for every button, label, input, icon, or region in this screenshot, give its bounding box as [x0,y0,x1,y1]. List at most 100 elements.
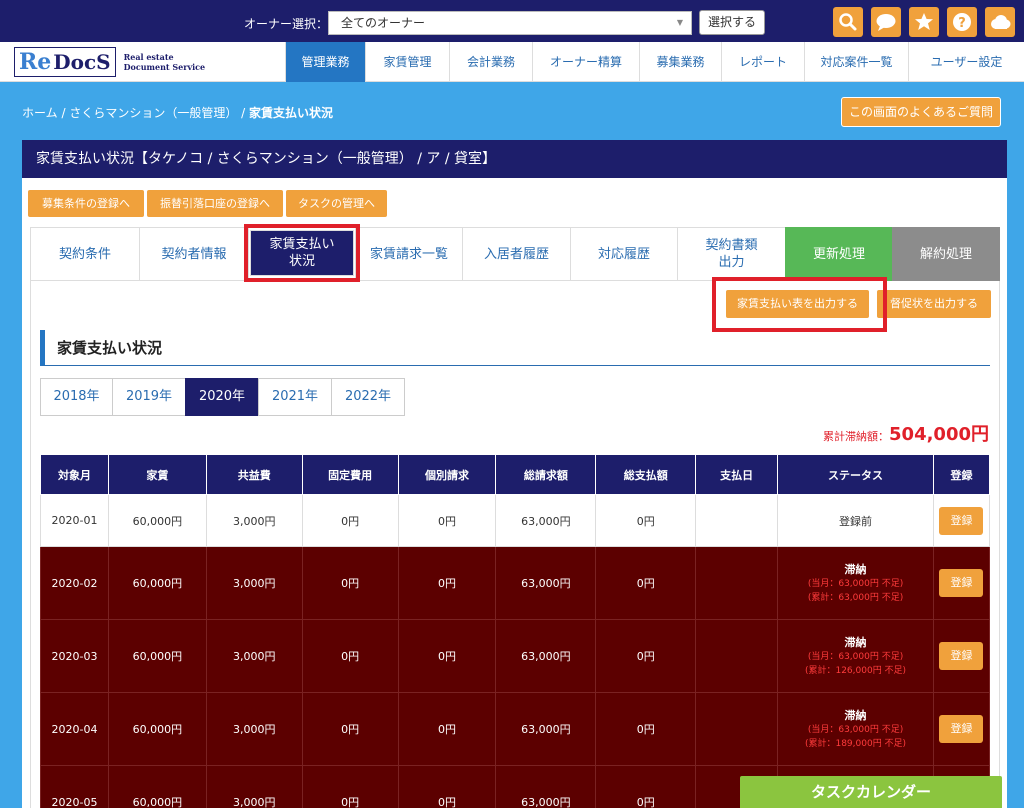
cell-total-billed: 63,000円 [495,692,597,766]
register-button[interactable]: 登録 [939,715,984,743]
col-register: 登録 [932,454,991,495]
year-tab-2022[interactable]: 2022年 [331,378,405,416]
breadcrumb-property[interactable]: さくらマンション（一般管理） [69,106,237,120]
logo-docs: DocS [53,50,111,74]
status-text: 滞納 [844,563,867,576]
output-reminder-button[interactable]: 督促状を出力する [877,290,991,318]
chat-icon[interactable] [871,7,901,37]
help-icon[interactable]: ? [947,7,977,37]
cell-individual: 0円 [397,546,497,620]
cell-individual: 0円 [397,494,497,547]
logo-sub1: Real estate [123,52,174,62]
tab-billing-list[interactable]: 家賃請求一覧 [355,227,463,281]
cell-rent: 60,000円 [107,546,207,620]
table-header-row: 対象月 家賃 共益費 固定費用 個別請求 総請求額 総支払額 支払日 ステータス… [40,454,991,495]
cell-fixed-cost: 0円 [301,494,399,547]
tab-renewal[interactable]: 更新処理 [785,227,893,281]
select-owner-button[interactable]: 選択する [699,10,765,35]
cell-status: 滞納 (当月：63,000円 不足) (累計：126,000円 不足) [777,619,934,693]
tab-cancellation[interactable]: 解約処理 [892,227,1000,281]
cell-total-paid: 0円 [595,692,697,766]
logo[interactable]: Re DocS Real estate Document Service [14,45,205,79]
cell-month: 2020-05 [40,765,109,808]
cell-rent: 60,000円 [107,619,207,693]
nav-rent[interactable]: 家賃管理 [365,42,449,82]
cell-rent: 60,000円 [107,765,207,808]
cell-status: 滞納 (当月：63,000円 不足) (累計：63,000円 不足) [777,546,934,620]
register-button[interactable]: 登録 [939,642,984,670]
col-status: ステータス [777,454,934,495]
cell-register: 登録 [932,494,991,547]
tab-response-history[interactable]: 対応履歴 [570,227,678,281]
cell-total-billed: 63,000円 [495,494,597,547]
panel-title: 家賃支払い状況【タケノコ / さくらマンション（一般管理） / ア / 貸室】 [22,140,1007,178]
breadcrumb-home[interactable]: ホーム [22,106,58,120]
status-text: 登録前 [839,514,873,528]
cell-register: 登録 [932,619,991,693]
register-button[interactable]: 登録 [939,506,984,535]
total-overdue-value: 504,000円 [889,424,989,445]
nav-management[interactable]: 管理業務 [285,42,365,82]
year-tab-2018[interactable]: 2018年 [40,378,113,416]
year-tab-2019[interactable]: 2019年 [112,378,186,416]
owner-select-label: オーナー選択： [244,17,329,31]
status-monthly-shortage: (当月：63,000円 不足) [807,579,904,589]
cell-month: 2020-01 [40,494,109,547]
nav-report[interactable]: レポート [721,42,804,82]
main-panel: 家賃支払い状況【タケノコ / さくらマンション（一般管理） / ア / 貸室】 … [22,140,1007,808]
tab-contract-docs[interactable]: 契約書類 出力 [677,227,786,281]
cell-pay-date [695,619,779,693]
cell-status: 滞納 (当月：63,000円 不足) (累計：189,000円 不足) [777,692,934,766]
task-calendar-button[interactable]: タスクカレンダー [740,776,1002,808]
cell-total-billed: 63,000円 [495,546,597,620]
section-title: 家賃支払い状況 [40,330,990,366]
owner-select[interactable]: 全てのオーナー ▼ [328,11,692,35]
svg-text:?: ? [958,16,966,31]
tab-contractor-info[interactable]: 契約者情報 [139,227,249,281]
col-common-fee: 共益費 [205,454,303,495]
faq-button[interactable]: この画面のよくあるご質問 [841,97,1001,127]
cell-individual: 0円 [397,765,497,808]
highlight-box-tab [244,224,360,282]
task-management-button[interactable]: タスクの管理へ [286,190,387,217]
nav-user-settings[interactable]: ユーザー設定 [908,42,1024,82]
register-button[interactable]: 登録 [939,569,984,597]
nav-cases[interactable]: 対応案件一覧 [804,42,908,82]
cell-fixed-cost: 0円 [301,546,399,620]
search-icon[interactable] [833,7,863,37]
total-overdue-label: 累計滞納額： [823,430,890,443]
table-row: 2020-01 60,000円 3,000円 0円 0円 63,000円 0円 … [40,494,991,547]
status-text: 滞納 [844,636,867,649]
cell-pay-date [695,546,779,620]
col-rent: 家賃 [107,454,207,495]
cell-month: 2020-02 [40,546,109,620]
cell-common-fee: 3,000円 [205,619,303,693]
status-monthly-shortage: (当月：63,000円 不足) [807,725,904,735]
nav-owner-settlement[interactable]: オーナー精算 [532,42,639,82]
rent-status-table: 対象月 家賃 共益費 固定費用 個別請求 総請求額 総支払額 支払日 ステータス… [40,454,991,808]
status-cumulative-shortage: (累計：63,000円 不足) [807,593,904,603]
cloud-icon[interactable] [985,7,1015,37]
table-row: 2020-03 60,000円 3,000円 0円 0円 63,000円 0円 … [40,619,991,693]
tab-tenant-history[interactable]: 入居者履歴 [462,227,571,281]
cell-total-paid: 0円 [595,765,697,808]
status-cumulative-shortage: (累計：126,000円 不足) [804,666,907,676]
recruit-conditions-button[interactable]: 募集条件の登録へ [28,190,144,217]
year-tab-2021[interactable]: 2021年 [258,378,332,416]
nav-accounting[interactable]: 会計業務 [449,42,532,82]
cell-common-fee: 3,000円 [205,546,303,620]
debit-account-button[interactable]: 振替引落口座の登録へ [147,190,283,217]
chevron-down-icon: ▼ [676,18,683,27]
owner-select-value: 全てのオーナー [341,16,426,30]
star-icon[interactable] [909,7,939,37]
top-bar: オーナー選択： 全てのオーナー ▼ 選択する ? [0,0,1024,42]
tab-contract-terms[interactable]: 契約条件 [30,227,140,281]
cell-register: 登録 [932,692,991,766]
logo-re: Re [19,49,52,75]
cell-total-paid: 0円 [595,619,697,693]
nav-recruitment[interactable]: 募集業務 [639,42,721,82]
col-total-paid: 総支払額 [595,454,697,495]
logo-subtitle: Real estate Document Service [124,52,206,72]
cell-common-fee: 3,000円 [205,494,303,547]
year-tab-2020[interactable]: 2020年 [185,378,259,416]
